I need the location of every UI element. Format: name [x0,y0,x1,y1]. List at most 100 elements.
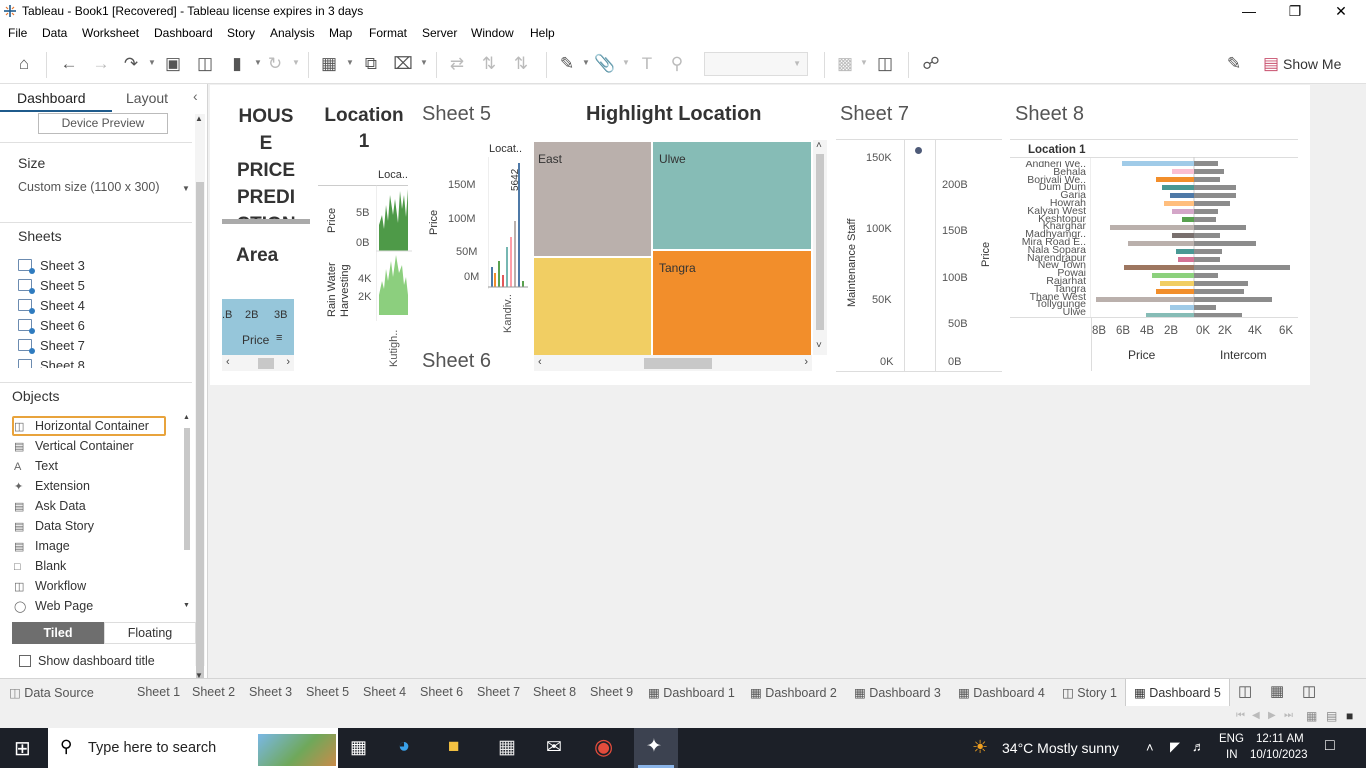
menu-analysis[interactable]: Analysis [270,26,315,40]
sheet-item-4[interactable]: Sheet 4 [18,298,85,314]
windows-start-icon[interactable]: ⊞ [14,736,31,761]
treemap-cell-east[interactable]: East [534,142,651,256]
sheet7-point[interactable] [915,147,922,154]
sheet-sorter-icon[interactable]: ▦ [1306,709,1317,723]
tab-dashboard-2[interactable]: ▦ Dashboard 2 [750,685,837,700]
pause-updates-icon[interactable]: ▮ [226,54,248,76]
treemap-cell-tangra[interactable]: Tangra [653,251,811,355]
maximize-button[interactable]: ❐ [1272,0,1318,24]
sheet-item-7[interactable]: Sheet 7 [18,338,85,354]
sheet-item-3[interactable]: Sheet 3 [18,258,85,274]
sort-descending-icon[interactable]: ⇅ [510,54,532,76]
clock-date[interactable]: 10/10/2023 [1250,749,1308,761]
treemap-cell-yellow[interactable] [534,258,651,355]
pin-icon[interactable]: ⚲ [666,54,688,76]
duplicate-icon[interactable]: ⧉ [360,54,382,76]
treemap-vscrollbar[interactable]: ˄ ˅ [813,140,827,355]
treemap-cell-ulwe[interactable]: Ulwe [653,142,811,249]
prev-page-icon[interactable]: ◀ [1252,710,1260,721]
show-me-icon[interactable]: ▤ [1260,54,1282,76]
fit-dropdown[interactable]: ▼ [704,52,808,76]
tab-sheet-1[interactable]: Sheet 1 [137,685,180,699]
next-page-icon[interactable]: ▶ [1268,710,1276,721]
menu-help[interactable]: Help [530,26,555,40]
object-ask-data[interactable]: ▤ Ask Data [14,499,86,513]
tab-sheet-7[interactable]: Sheet 7 [477,685,520,699]
treemap[interactable]: East Ulwe Tangra [534,142,812,355]
size-dropdown[interactable]: Custom size (1100 x 300) [18,180,160,194]
redo-icon[interactable]: → [90,54,112,76]
menu-story[interactable]: Story [227,26,255,40]
tab-dashboard-3[interactable]: ▦ Dashboard 3 [854,685,941,700]
new-worksheet-icon[interactable]: ▦ [318,54,340,76]
sheet-item-5[interactable]: Sheet 5 [18,278,85,294]
tab-sheet-2[interactable]: Sheet 2 [192,685,235,699]
last-page-icon[interactable]: ⏭ [1284,710,1293,721]
show-me-label[interactable]: Show Me [1283,56,1341,72]
show-title-checkbox[interactable] [19,655,31,667]
sort-ascending-icon[interactable]: ⇅ [478,54,500,76]
new-dashboard-tab-icon[interactable]: ▦ [1270,682,1284,700]
region-label[interactable]: IN [1226,749,1238,761]
labels-icon[interactable]: T [636,54,658,76]
tabs-view-icon[interactable]: ■ [1346,709,1353,723]
clear-icon[interactable]: ⌧ [392,54,414,76]
highlight-icon[interactable]: ✎ [556,54,578,76]
menu-file[interactable]: File [8,26,27,40]
filmstrip-icon[interactable]: ▤ [1326,709,1337,723]
object-extension[interactable]: ✦ Extension [14,479,90,493]
undo-icon[interactable]: ← [58,54,80,76]
mail-icon[interactable]: ✉ [546,736,562,759]
format-painter-icon[interactable]: ✎ [1223,54,1245,76]
weather-text[interactable]: 34°C Mostly sunny [1002,740,1119,756]
share-icon[interactable]: ☍ [920,54,942,76]
wifi-icon[interactable]: ◤ [1170,739,1180,755]
weather-icon[interactable]: ☀ [972,737,988,758]
tray-chevron-icon[interactable]: ˄ [1146,740,1154,755]
menu-dashboard[interactable]: Dashboard [154,26,213,40]
collapse-icon[interactable]: ‹ [193,88,198,104]
area-legend[interactable]: .B 2B 3B Price ≡ [222,299,294,355]
tableau-taskbar-button[interactable]: ✦ [634,728,678,768]
store-icon[interactable]: ▦ [498,736,516,759]
task-view-icon[interactable]: ▦ [350,737,367,758]
tab-dashboard-5[interactable]: ▦ Dashboard 5 [1125,679,1230,707]
object-workflow[interactable]: ◫ Workflow [14,579,86,593]
close-button[interactable]: ✕ [1318,0,1364,24]
new-worksheet-tab-icon[interactable]: ◫ [1238,682,1252,700]
tab-sheet-8[interactable]: Sheet 8 [533,685,576,699]
menu-data[interactable]: Data [42,26,67,40]
treemap-hscrollbar[interactable]: ‹ › [534,355,812,371]
tab-sheet-5[interactable]: Sheet 5 [306,685,349,699]
save-icon[interactable]: ▣ [162,54,184,76]
show-cards-icon[interactable]: ▩ [834,54,856,76]
presentation-mode-icon[interactable]: ◫ [874,54,896,76]
tiled-toggle[interactable]: Tiled [12,622,104,644]
volume-icon[interactable]: ♬ [1192,739,1205,754]
replay-icon[interactable]: ↷ [120,54,142,76]
taskbar-search[interactable]: ⚲ Type here to search [48,728,338,768]
objects-scrollbar[interactable]: ▲ ▼ [182,414,192,614]
menu-format[interactable]: Format [369,26,407,40]
panel-scrollbar[interactable]: ▲ ▼ [195,114,205,688]
menu-map[interactable]: Map [329,26,352,40]
tab-dashboard-1[interactable]: ▦ Dashboard 1 [648,685,735,700]
menu-server[interactable]: Server [422,26,457,40]
tab-sheet-9[interactable]: Sheet 9 [590,685,633,699]
tab-dashboard[interactable]: Dashboard [17,90,86,106]
edge-icon[interactable]: ◕ [398,735,410,758]
clock-time[interactable]: 12:11 AM [1256,733,1304,745]
file-explorer-icon[interactable]: ■ [448,736,459,758]
tab-dashboard-4[interactable]: ▦ Dashboard 4 [958,685,1045,700]
tab-sheet-6[interactable]: Sheet 6 [420,685,463,699]
area-hscrollbar[interactable]: ‹ › [222,355,294,371]
tab-story-1[interactable]: ◫ Story 1 [1062,685,1117,700]
tab-sheet-3[interactable]: Sheet 3 [249,685,292,699]
refresh-icon[interactable]: ↻ [264,54,286,76]
object-horizontal-container[interactable]: ◫ Horizontal Container [14,419,149,433]
sheet-item-8[interactable]: Sheet 8 [18,358,85,368]
group-icon[interactable]: 📎 [594,54,616,76]
tab-sheet-4[interactable]: Sheet 4 [363,685,406,699]
chrome-icon[interactable]: ◉ [594,734,613,760]
object-blank[interactable]: □ Blank [14,559,66,573]
